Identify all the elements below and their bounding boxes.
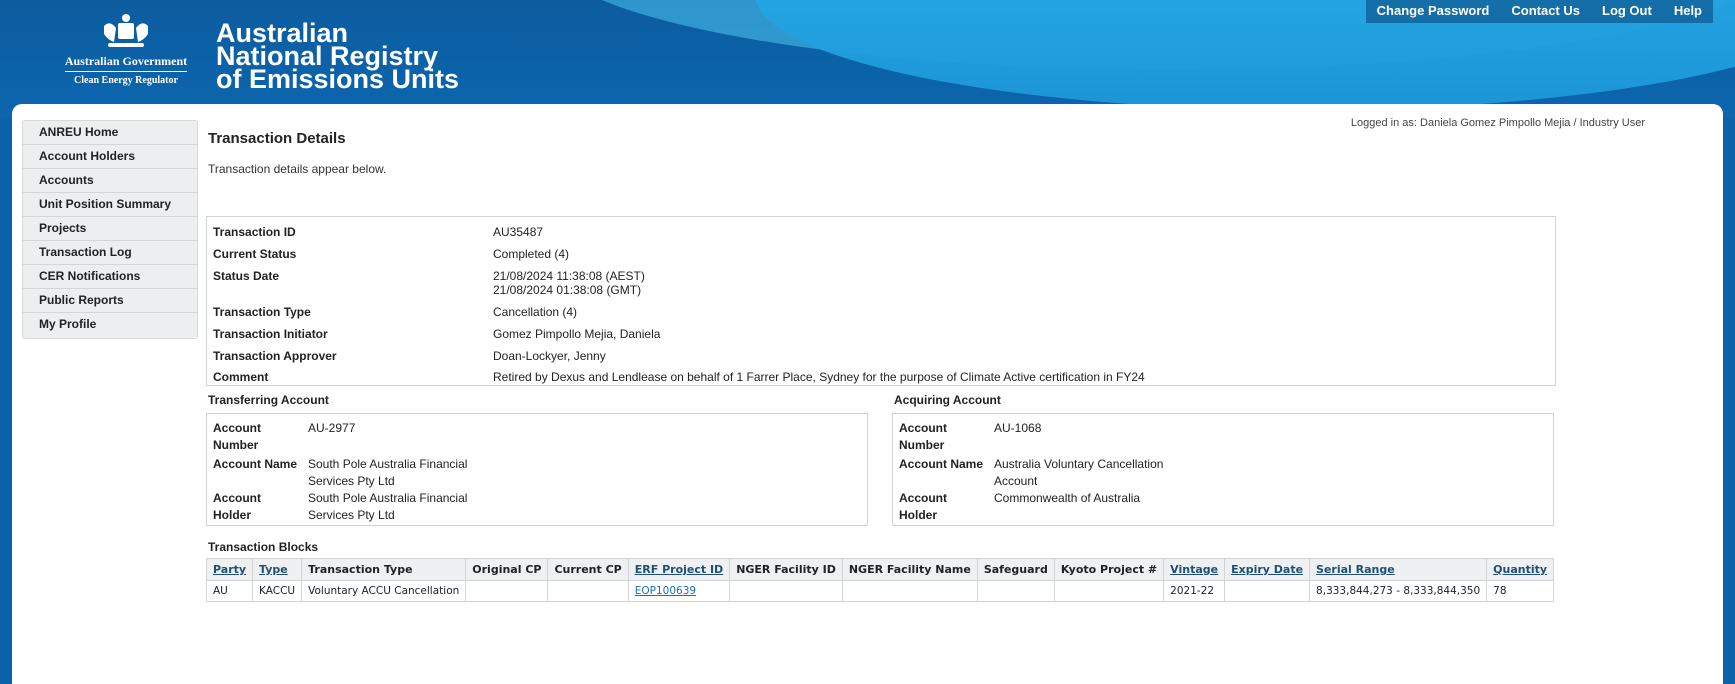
column-header-expiry-date[interactable]: Expiry Date [1224,558,1311,581]
site-title-line: of Emissions Units [216,64,460,94]
initiator-value: Gomez Pimpollo Mejia, Daniela [493,327,661,341]
account-number-value: AU-1068 [994,421,1042,435]
account-name-value: Australia Voluntary Cancellation Account [994,457,1164,488]
column-header-kyoto-project: Kyoto Project # [1053,558,1165,581]
table-cell [841,580,978,602]
table-cell [1224,580,1311,602]
account-label: Account Holder [899,491,947,522]
site-title: Australian National Registry of Emission… [216,20,460,94]
sidebar-item-cer-notifications[interactable]: CER Notifications [23,265,197,289]
change-password-link[interactable]: Change Password [1365,0,1501,23]
transaction-blocks-table: Party Type Transaction Type Original CP … [205,558,1555,602]
column-header-party[interactable]: Party [205,558,254,581]
acquiring-account-box: Account Number AU-1068 Account Name Aust… [892,413,1554,526]
sidebar-item-my-profile[interactable]: My Profile [23,313,197,338]
table-cell [547,580,629,602]
detail-label: Current Status [213,247,297,261]
main-panel: ANREU Home Account Holders Accounts Unit… [12,104,1723,684]
column-header-vintage[interactable]: Vintage [1163,558,1226,581]
column-header-current-cp: Current CP [547,558,629,581]
table-cell [729,580,843,602]
transaction-id-value: AU35487 [493,225,544,239]
intro-text: Transaction details appear below. [208,162,387,176]
account-number-value: AU-2977 [308,421,356,435]
column-header-quantity[interactable]: Quantity [1486,558,1555,581]
table-cell [976,580,1055,602]
account-holder-value: South Pole Australia Financial Services … [308,491,468,522]
table-cell: AU [205,580,254,602]
account-label: Account Number [213,421,261,452]
transaction-type-value: Cancellation (4) [493,305,578,319]
column-header-safeguard: Safeguard [976,558,1055,581]
logged-in-status: Logged in as: Daniela Gomez Pimpollo Mej… [1350,117,1645,129]
current-status-value: Completed (4) [493,247,570,261]
sidebar-item-anreu-home[interactable]: ANREU Home [23,121,197,145]
contact-us-link[interactable]: Contact Us [1500,0,1591,23]
account-label: Account Name [213,457,298,471]
table-header-row: Party Type Transaction Type Original CP … [205,558,1555,581]
table-row: AU KACCU Voluntary ACCU Cancellation EOP… [205,580,1555,602]
table-cell: 8,333,844,273 - 8,333,844,350 [1309,580,1488,602]
transaction-blocks-title: Transaction Blocks [208,540,319,554]
table-cell [465,580,549,602]
coat-of-arms-icon [98,12,154,52]
account-name-value: South Pole Australia Financial Services … [308,457,468,488]
site-header: Australian Government Clean Energy Regul… [0,0,1735,118]
column-header-erf-project-id[interactable]: ERF Project ID [627,558,731,581]
table-cell: 78 [1486,580,1555,602]
transferring-account-title: Transferring Account [208,393,329,407]
detail-label: Transaction Type [213,305,311,319]
column-header-nger-facility-name: NGER Facility Name [841,558,978,581]
account-label: Account Name [899,457,984,471]
table-cell [1053,580,1165,602]
sidebar-item-public-reports[interactable]: Public Reports [23,289,197,313]
account-label: Account Number [899,421,947,452]
sidebar-nav: ANREU Home Account Holders Accounts Unit… [22,120,198,339]
comment-value: Retired by Dexus and Lendlease on behalf… [493,370,1145,384]
table-cell: Voluntary ACCU Cancellation [301,580,467,602]
sidebar-item-projects[interactable]: Projects [23,217,197,241]
status-date-gmt-value: 21/08/2024 01:38:08 (GMT) [493,283,642,297]
transaction-details-box: Transaction ID AU35487 Current Status Co… [206,216,1556,386]
log-out-link[interactable]: Log Out [1591,0,1663,23]
sidebar-item-account-holders[interactable]: Account Holders [23,145,197,169]
detail-label: Transaction Approver [213,349,337,363]
approver-value: Doan-Lockyer, Jenny [493,349,606,363]
account-holder-value: Commonwealth of Australia [994,491,1141,505]
sidebar-item-unit-position-summary[interactable]: Unit Position Summary [23,193,197,217]
help-link[interactable]: Help [1662,0,1713,23]
sidebar-item-transaction-log[interactable]: Transaction Log [23,241,197,265]
detail-label: Status Date [213,269,280,283]
table-cell: 2021-22 [1163,580,1226,602]
detail-label: Comment [213,370,269,384]
account-label: Account Holder [213,491,261,522]
column-header-type[interactable]: Type [252,558,303,581]
detail-label: Transaction ID [213,225,296,239]
detail-label: Transaction Initiator [213,327,328,341]
gov-name: Australian Government [64,54,188,72]
erf-project-link[interactable]: EOP100639 [635,585,696,597]
table-cell: KACCU [252,580,303,602]
column-header-original-cp: Original CP [465,558,549,581]
column-header-serial-range[interactable]: Serial Range [1309,558,1488,581]
table-cell: EOP100639 [627,580,731,602]
government-logo[interactable]: Australian Government Clean Energy Regul… [56,12,196,86]
sidebar-item-accounts[interactable]: Accounts [23,169,197,193]
page-title: Transaction Details [208,130,346,147]
column-header-nger-facility-id: NGER Facility ID [729,558,843,581]
status-date-aest-value: 21/08/2024 11:38:08 (AEST) [493,269,645,283]
acquiring-account-title: Acquiring Account [894,393,1001,407]
top-links: Change Password Contact Us Log Out Help [1365,0,1713,23]
gov-sub: Clean Energy Regulator [74,75,178,86]
column-header-transaction-type: Transaction Type [301,558,467,581]
transferring-account-box: Account Number AU-2977 Account Name Sout… [206,413,868,526]
